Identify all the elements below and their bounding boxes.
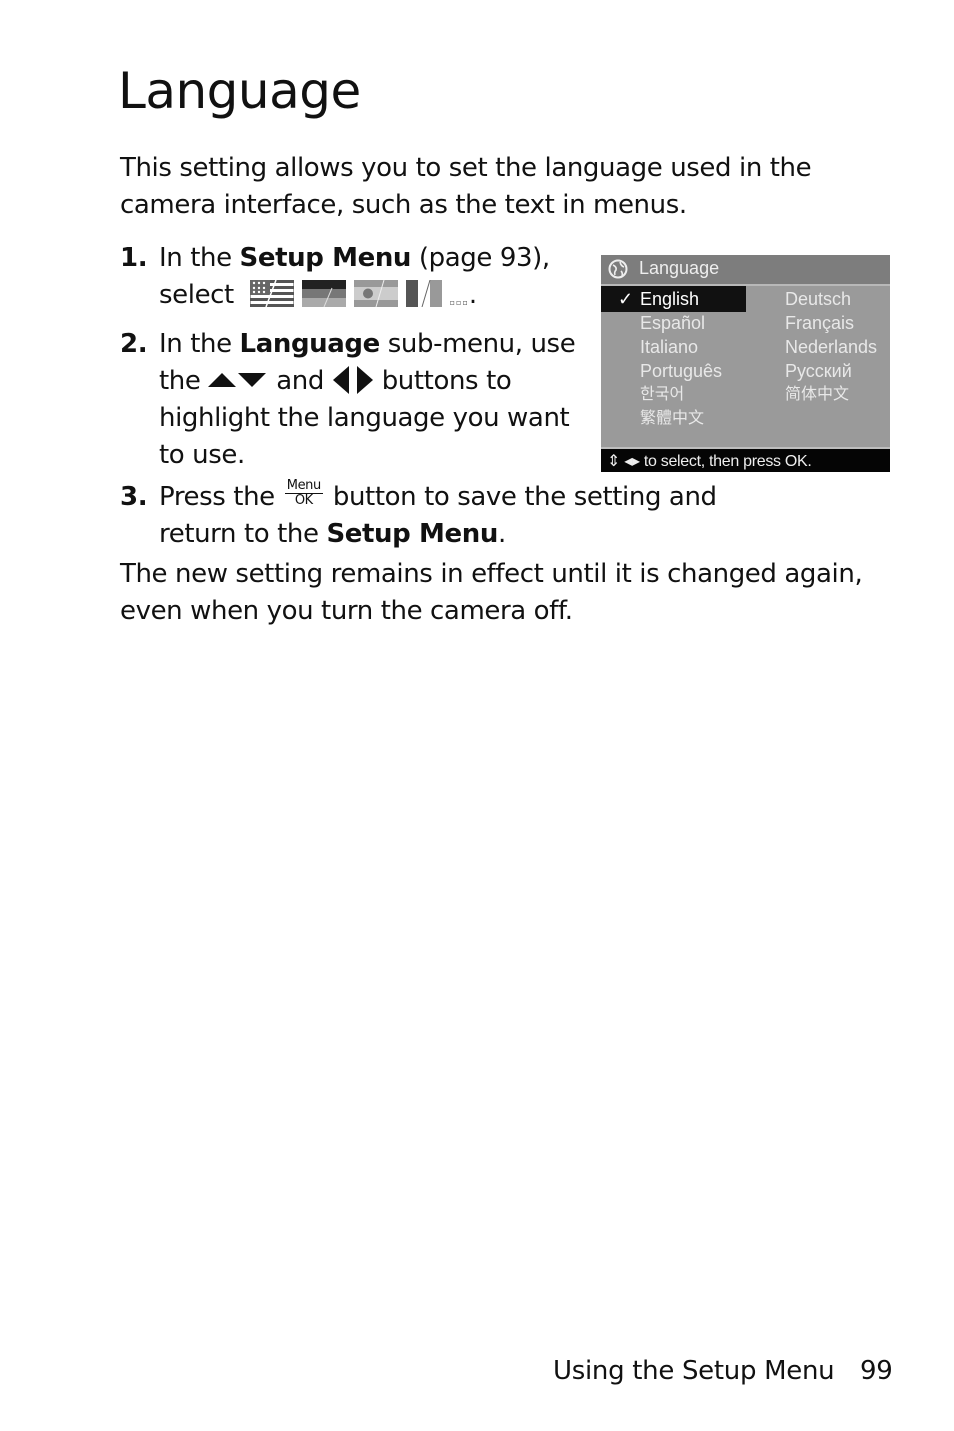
- german-flag-icon: [301, 280, 346, 307]
- step-text: In the: [159, 329, 240, 359]
- left-right-arrows-icon: [332, 363, 374, 400]
- language-option-italiano[interactable]: Italiano: [640, 335, 698, 359]
- step-number: 2.: [120, 329, 148, 359]
- language-option-korean[interactable]: 한국어: [640, 383, 684, 407]
- page-number: 99: [860, 1356, 893, 1386]
- language-option-russian[interactable]: Русский: [785, 359, 852, 383]
- camera-hint-text: ⇕ ◂▸ to select, then press OK.: [607, 453, 812, 470]
- step-text: select: [159, 280, 234, 310]
- language-option-nederlands[interactable]: Nederlands: [785, 335, 877, 359]
- step-text: and: [276, 366, 324, 396]
- camera-screen-header: Language: [601, 255, 890, 286]
- step-3: 3. Press the Menu OK button to save the set…: [120, 479, 719, 553]
- step-text: .: [497, 519, 506, 549]
- page-title: Language: [118, 62, 361, 120]
- language-option-traditional-chinese[interactable]: 繁體中文: [640, 407, 704, 431]
- step-text: In the: [159, 243, 240, 273]
- us-flag-icon: [249, 280, 294, 307]
- french-flag-icon: [405, 280, 442, 307]
- language-option-espanol[interactable]: Español: [640, 311, 705, 335]
- step-2: 2. In the Language sub-menu, use the and…: [120, 326, 600, 474]
- step-number: 1.: [120, 243, 148, 273]
- steps-list: 1. In the Setup Menu (page 93), select ▫…: [120, 240, 717, 558]
- language-ref: Language: [239, 329, 381, 359]
- camera-screen-title: Language: [639, 258, 720, 278]
- language-option-deutsch[interactable]: Deutsch: [785, 287, 851, 311]
- setup-menu-ref: Setup Menu: [326, 519, 498, 549]
- globe-icon: [608, 259, 628, 279]
- japan-flag-icon: [353, 280, 398, 307]
- intro-paragraph: This setting allows you to set the langu…: [120, 153, 812, 220]
- selected-check-icon: ✓: [618, 289, 634, 309]
- closing-paragraph: The new setting remains in effect until …: [120, 559, 863, 626]
- language-option-portugues[interactable]: Português: [640, 359, 722, 383]
- more-dots-icon: ▫▫▫: [449, 298, 469, 307]
- step-text: Press the: [159, 482, 275, 512]
- camera-language-screen: Language ✓ English Español Italiano Port…: [601, 255, 890, 472]
- step-number: 3.: [120, 482, 148, 512]
- step-1: 1. In the Setup Menu (page 93), select ▫…: [120, 240, 600, 321]
- step-text: .: [468, 280, 477, 310]
- setup-menu-ref: Setup Menu: [239, 243, 412, 273]
- menu-ok-button-icon: Menu OK: [284, 478, 323, 508]
- language-option-simplified-chinese[interactable]: 简体中文: [785, 383, 849, 407]
- footer-section-title: Using the Setup Menu: [553, 1356, 835, 1386]
- up-down-arrows-icon: [208, 363, 268, 400]
- language-option-francais[interactable]: Français: [785, 311, 854, 335]
- language-option-english[interactable]: English: [640, 287, 699, 311]
- step-text: (page 93),: [411, 243, 550, 273]
- camera-screen-footer: ⇕ ◂▸ to select, then press OK.: [601, 447, 890, 472]
